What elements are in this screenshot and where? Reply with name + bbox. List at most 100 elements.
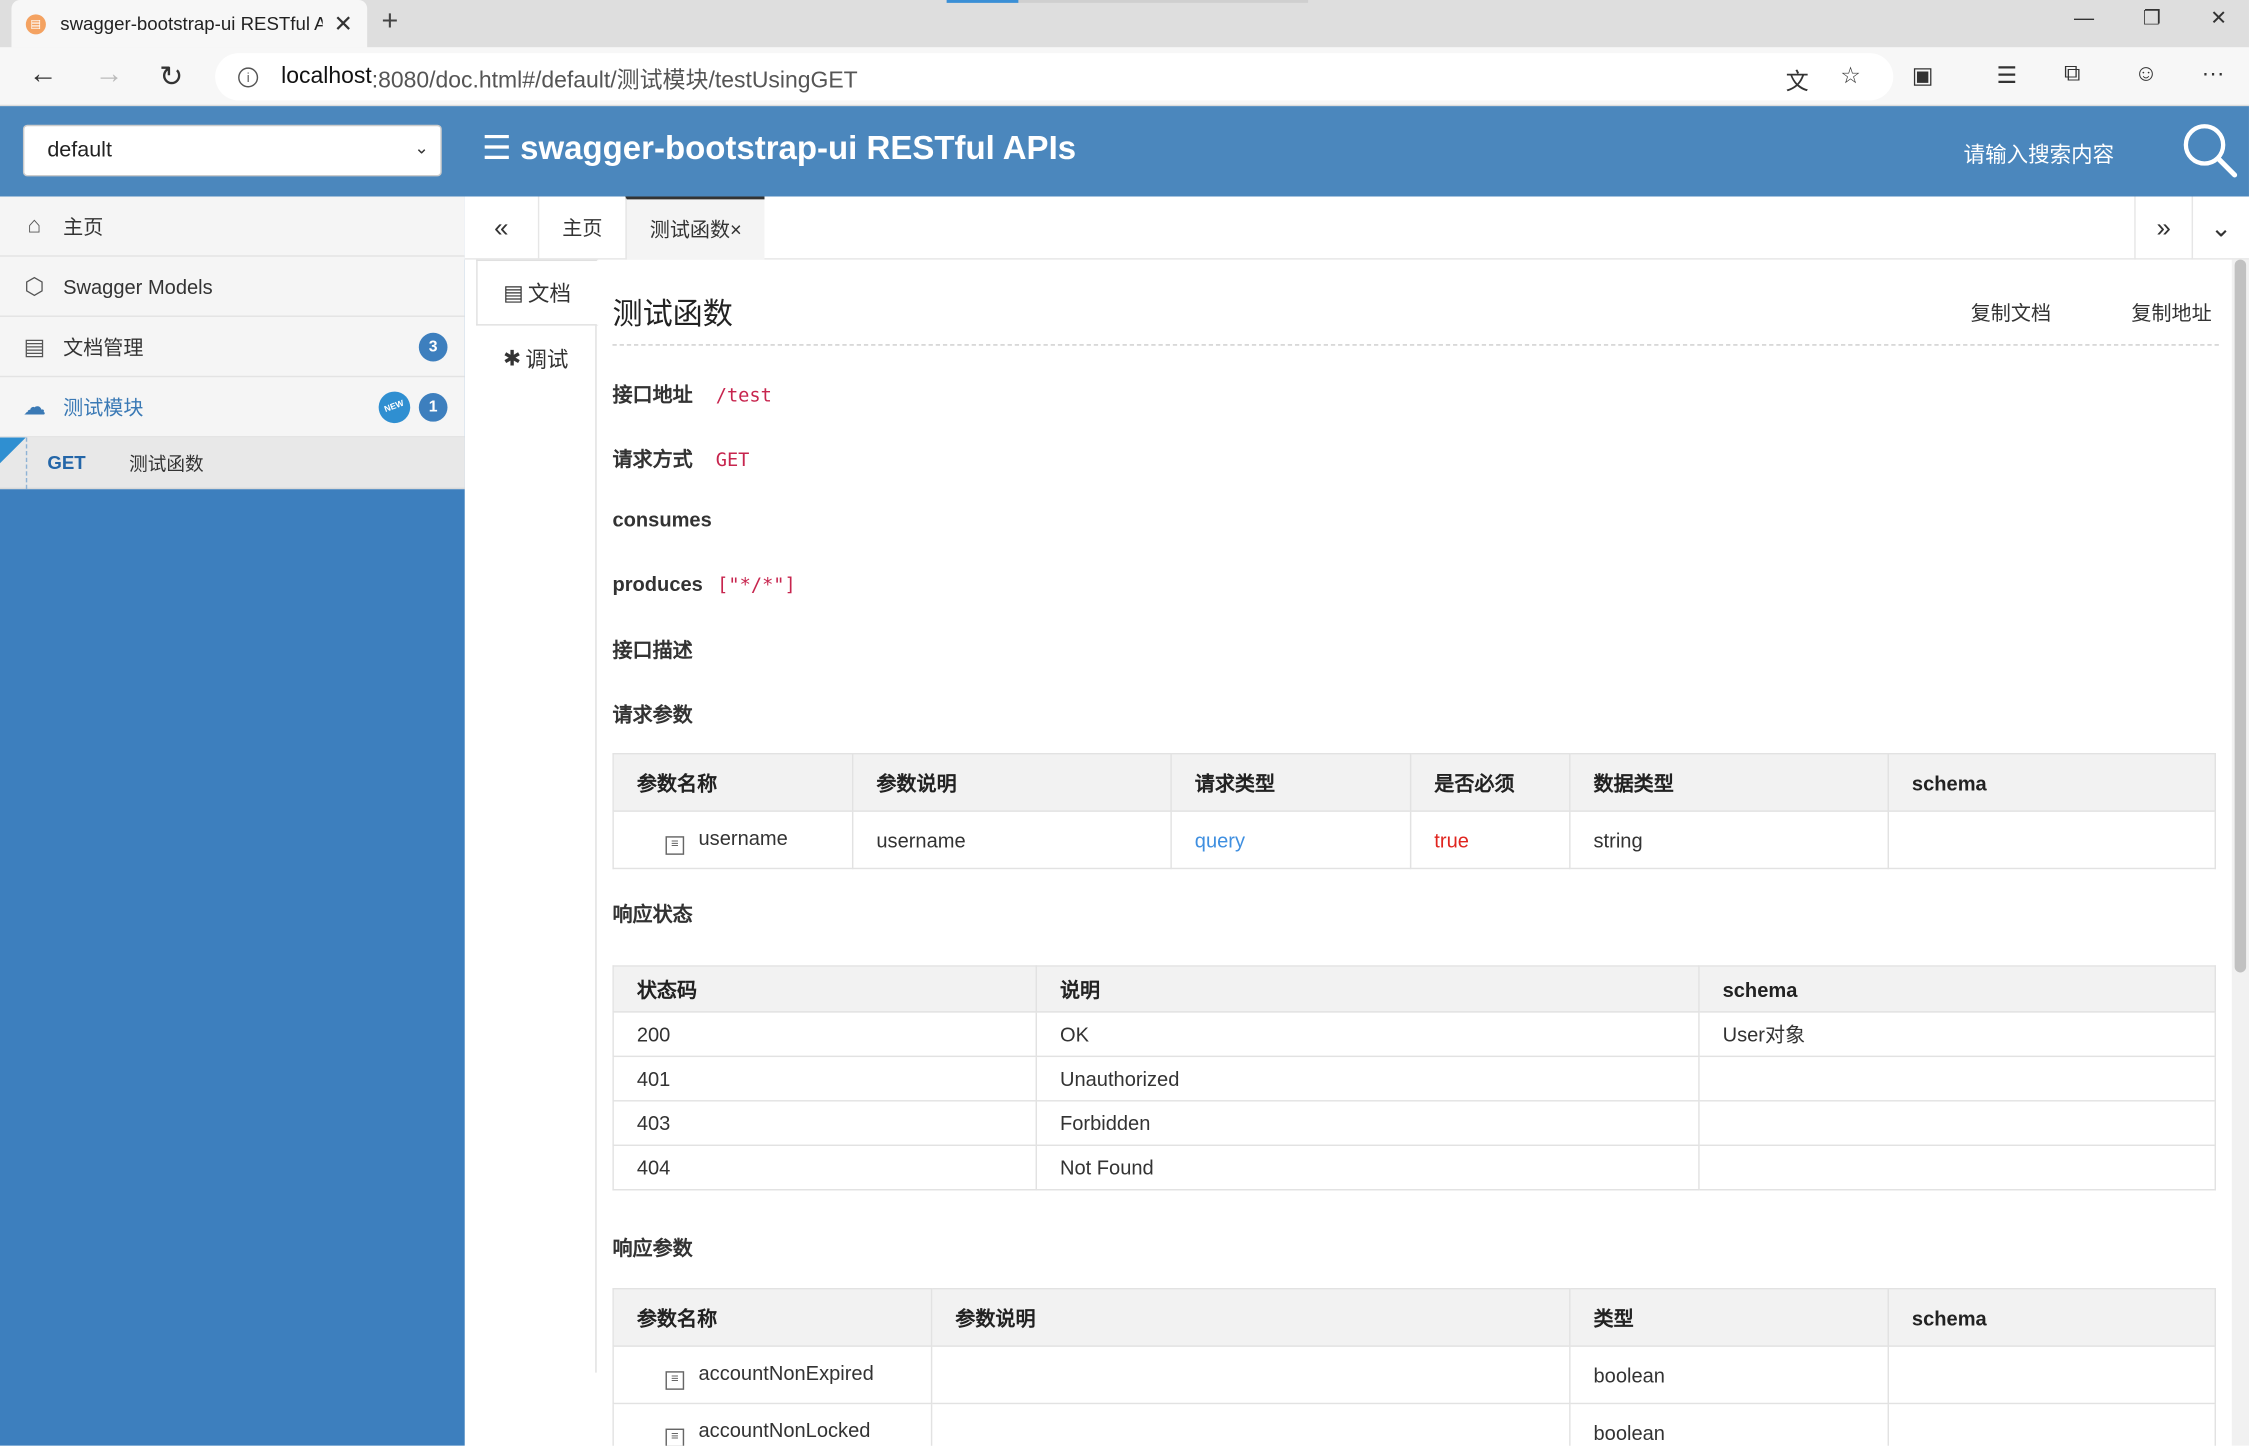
favorites-list-icon[interactable]: ☰	[1997, 62, 2018, 91]
param-name-cell: ≡ accountNonExpired	[612, 1345, 933, 1405]
field-value: GET	[715, 450, 750, 472]
copy-doc-button[interactable]: 复制文档	[1971, 298, 2051, 327]
reload-icon[interactable]: ↻	[159, 59, 183, 95]
table-row: ≡ accountNonLocked boolean	[612, 1402, 2216, 1446]
sidebar-item-label: 测试模块	[63, 395, 144, 419]
param-required-cell: true	[1409, 810, 1571, 870]
field-label: consumes	[612, 507, 712, 531]
sidebar-subitem-test-function[interactable]: GET 测试函数	[0, 437, 465, 490]
status-schema-cell	[1698, 1144, 2216, 1191]
status-desc-cell: OK	[1035, 1011, 1700, 1058]
column-header: 状态码	[612, 965, 1037, 1013]
restore-icon[interactable]: ❐	[2143, 6, 2161, 30]
new-tab-icon[interactable]: +	[382, 6, 399, 39]
extension-icon[interactable]: ▣	[1912, 62, 1934, 91]
tab-test-function[interactable]: 测试函数×	[625, 196, 765, 260]
scroll-tabs-right-icon[interactable]: »	[2134, 196, 2191, 260]
response-params-table: 参数名称 参数说明 类型 schema ≡ accountNonExpired b…	[612, 1288, 2216, 1446]
param-desc-cell: username	[851, 810, 1172, 870]
page-title: 测试函数	[612, 298, 733, 332]
search-icon[interactable]	[2180, 120, 2238, 178]
app-window: ▤ swagger-bootstrap-ui RESTful AP ✕ + — …	[0, 0, 2249, 1446]
param-in-cell: query	[1170, 810, 1412, 870]
loading-indicator	[946, 0, 1309, 3]
column-header: schema	[1887, 753, 2216, 812]
info-icon[interactable]: i	[238, 66, 259, 87]
url-path: :8080/doc.html#/default/测试模块/testUsingGE…	[371, 68, 858, 93]
menu-toggle-icon[interactable]: ☰	[482, 129, 512, 166]
sidebar-item-label: Swagger Models	[63, 274, 213, 298]
url-bar[interactable]: i localhost:8080/doc.html#/default/测试模块/…	[215, 53, 1894, 101]
tab-doc[interactable]: ▤ 文档	[476, 259, 599, 326]
file-icon: ▤	[503, 281, 524, 306]
column-header: 数据类型	[1569, 753, 1889, 812]
param-schema-cell	[1887, 810, 2216, 870]
browser-tab[interactable]: ▤ swagger-bootstrap-ui RESTful AP ✕	[11, 0, 368, 48]
status-desc-cell: Forbidden	[1035, 1100, 1700, 1147]
sidebar-item-home[interactable]: ⌂ 主页	[0, 196, 465, 257]
address-toolbar: ← → ↻ i localhost:8080/doc.html#/default…	[0, 47, 2249, 107]
sidebar-item-swagger-models[interactable]: ⬡ Swagger Models	[0, 257, 465, 317]
tab-home[interactable]: 主页	[537, 196, 625, 260]
sidebar-menu: ⌂ 主页 ⬡ Swagger Models ▤ 文档管理 3 ☁ 测试模块 NE…	[0, 196, 465, 490]
more-menu-icon[interactable]: ···	[2202, 62, 2225, 88]
new-corner-icon	[0, 437, 26, 464]
tab-debug-label: 调试	[525, 347, 569, 373]
api-doc-panel: 测试函数 复制文档 复制地址 接口地址/test 请求方式 GET consume…	[612, 260, 2219, 1446]
column-header: 请求类型	[1170, 753, 1412, 812]
status-schema-cell[interactable]: User对象	[1698, 1011, 2216, 1058]
bug-icon: ✱	[503, 347, 522, 372]
profile-avatar-icon[interactable]: ☺	[2134, 62, 2157, 88]
minimize-icon[interactable]: —	[2074, 6, 2094, 29]
page-scrollbar[interactable]	[2231, 259, 2249, 1446]
table-row: 200 OK User对象	[612, 1011, 2216, 1058]
back-icon[interactable]: ←	[29, 59, 58, 92]
status-code-cell: 403	[612, 1100, 1037, 1147]
sidebar-item-label: 主页	[63, 214, 104, 238]
browser-tab-title: swagger-bootstrap-ui RESTful AP	[60, 12, 323, 35]
search-input[interactable]: 请输入搜索内容	[1964, 139, 2115, 169]
column-header: 参数说明	[930, 1288, 1571, 1347]
param-schema-cell	[1887, 1402, 2216, 1446]
copy-url-button[interactable]: 复制地址	[2131, 298, 2211, 327]
param-type-cell: boolean	[1569, 1345, 1889, 1405]
status-schema-cell	[1698, 1055, 2216, 1102]
group-select[interactable]: default ⌄	[22, 124, 442, 177]
count-badge: 1	[418, 392, 448, 422]
status-code-cell: 401	[612, 1055, 1037, 1102]
doc-debug-tabs: ▤ 文档 ✱ 调试	[476, 259, 599, 1373]
param-desc-cell	[930, 1345, 1571, 1405]
param-schema-cell	[1887, 1345, 2216, 1405]
table-header-row: 参数名称 参数说明 请求类型 是否必须 数据类型 schema	[612, 753, 2216, 812]
tab-options-icon[interactable]: ⌄	[2191, 196, 2249, 260]
status-schema-cell	[1698, 1100, 2216, 1147]
favorite-star-icon[interactable]: ☆	[1840, 62, 1861, 91]
table-row: 401 Unauthorized	[612, 1055, 2216, 1102]
window-close-icon[interactable]: ✕	[2210, 6, 2227, 30]
scrollbar-thumb[interactable]	[2234, 259, 2247, 973]
param-name-cell: ≡ username	[612, 810, 854, 870]
tab-doc-label: 文档	[527, 281, 571, 307]
table-header-row: 参数名称 参数说明 类型 schema	[612, 1288, 2216, 1347]
close-tab-icon[interactable]: ✕	[334, 9, 353, 38]
sidebar-item-test-module[interactable]: ☁ 测试模块 NEW 1	[0, 377, 465, 438]
group-select-value: default	[47, 137, 112, 163]
sidebar: ⌂ 主页 ⬡ Swagger Models ▤ 文档管理 3 ☁ 测试模块 NE…	[0, 196, 465, 1446]
doc-settings-icon: ▤	[23, 334, 46, 360]
column-header: 参数名称	[612, 753, 854, 812]
column-header: 类型	[1569, 1288, 1889, 1347]
field-value: /test	[715, 385, 772, 408]
cloud-api-icon: ☁	[22, 395, 46, 420]
translate-icon[interactable]: 文	[1786, 62, 1809, 96]
sidebar-item-doc-management[interactable]: ▤ 文档管理 3	[0, 317, 465, 378]
tab-debug[interactable]: ✱ 调试	[476, 326, 595, 392]
app-title-text: swagger-bootstrap-ui RESTful APIs	[520, 129, 1077, 167]
api-method-field: 请求方式 GET	[612, 445, 749, 474]
param-name: accountNonExpired	[698, 1360, 874, 1384]
scroll-tabs-left-icon[interactable]: «	[465, 196, 538, 259]
collections-icon[interactable]: ⧉	[2064, 62, 2080, 88]
api-address-field: 接口地址/test	[612, 380, 771, 409]
status-desc-cell: Unauthorized	[1035, 1055, 1700, 1102]
forward-icon[interactable]: →	[95, 59, 124, 92]
url-host: localhost	[281, 63, 372, 89]
